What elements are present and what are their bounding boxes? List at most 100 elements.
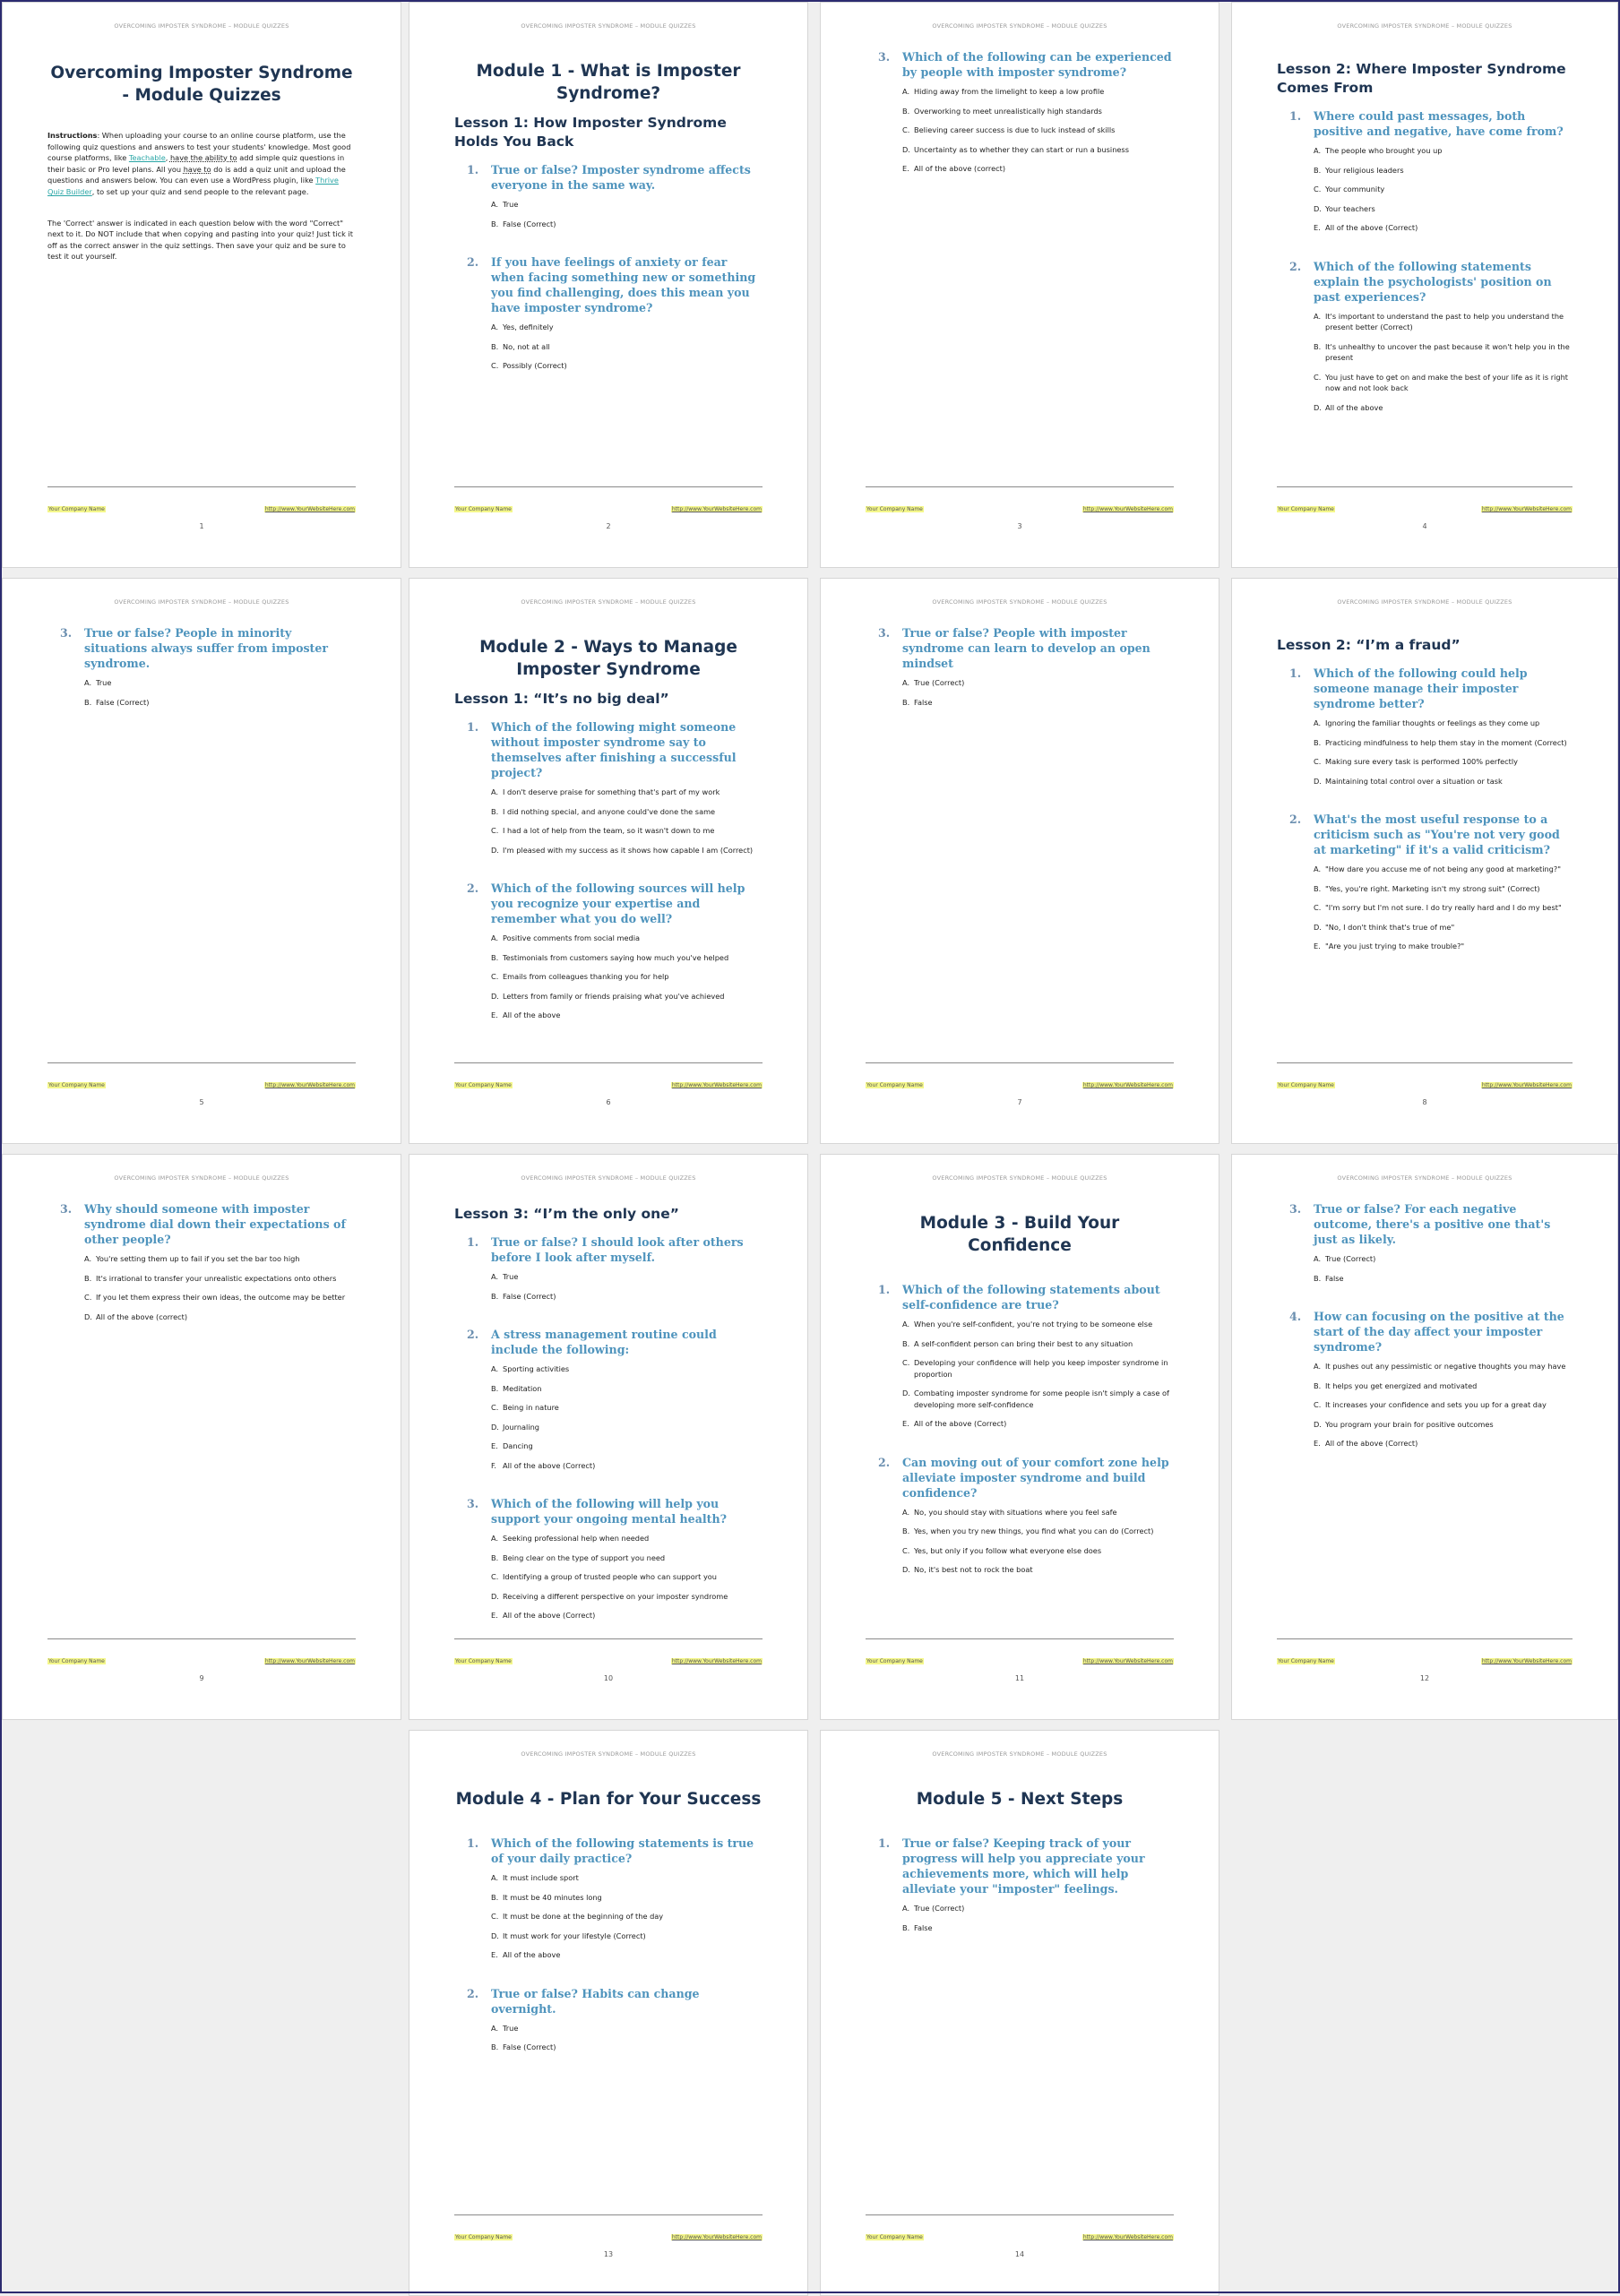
option-letter: B. <box>902 106 910 116</box>
option-text: All of the above <box>503 1010 561 1019</box>
footer-company: Your Company Name <box>454 1082 513 1088</box>
answer-options: A. It pushes out any pessimistic or negat… <box>1314 1361 1573 1449</box>
answer-option: C. Making sure every task is performed 10… <box>1314 756 1573 768</box>
answer-option: A. True <box>84 677 356 689</box>
option-text: "Yes, you're right. Marketing isn't my s… <box>1325 883 1540 893</box>
running-header: OVERCOMING IMPOSTER SYNDROME – MODULE QU… <box>114 598 289 606</box>
option-text: No, not at all <box>503 341 550 351</box>
page-number: 10 <box>603 1674 614 1682</box>
question-text: True or false? For each negative outcome… <box>1314 1202 1551 1246</box>
option-letter: E. <box>491 1010 498 1019</box>
footer-url-link[interactable]: http://www.YourWebsiteHere.com <box>1480 1658 1573 1664</box>
instructions-text: have to <box>183 164 211 174</box>
instructions-text: have the ability to <box>169 153 237 163</box>
page-3: OVERCOMING IMPOSTER SYNDROME – MODULE QU… <box>820 2 1219 568</box>
answer-option: B. False <box>902 1922 1174 1934</box>
option-text: It must be done at the beginning of the … <box>503 1912 664 1921</box>
page-number: 7 <box>1017 1098 1022 1106</box>
question-number: 2. <box>878 1455 891 1469</box>
answer-option: E. All of the above (Correct) <box>491 1610 763 1621</box>
footer-url-link[interactable]: http://www.YourWebsiteHere.com <box>1480 1082 1573 1088</box>
question-heading: 1. Which of the following could help some… <box>1277 666 1573 711</box>
footer-url-link[interactable]: http://www.YourWebsiteHere.com <box>1081 506 1174 512</box>
option-text: Being clear on the type of support you n… <box>503 1552 666 1562</box>
option-letter: A. <box>1314 864 1322 873</box>
answer-option: E. All of the above (correct) <box>902 163 1174 175</box>
option-text: Yes, definitely <box>503 322 554 331</box>
quiz-question: 3. Why should someone with imposter syndr… <box>47 1201 356 1322</box>
option-text: Identifying a group of trusted people wh… <box>503 1572 717 1581</box>
footer-url-link[interactable]: http://www.YourWebsiteHere.com <box>1480 506 1573 512</box>
answer-option: B. False <box>902 697 1174 709</box>
answer-options: A. Hiding away from the limelight to keep… <box>902 86 1174 175</box>
footer-company: Your Company Name <box>454 506 513 512</box>
question-number: 2. <box>467 881 479 895</box>
question-heading: 1. True or false? Keeping track of your p… <box>866 1836 1174 1896</box>
answer-option: A. Yes, definitely <box>491 322 763 333</box>
page-4: OVERCOMING IMPOSTER SYNDROME – MODULE QU… <box>1231 2 1618 568</box>
option-letter: E. <box>1314 223 1321 232</box>
option-letter: B. <box>1314 1380 1322 1390</box>
answer-options: A. Positive comments from social media B. T… <box>491 933 763 1021</box>
answer-option: B. Practicing mindfulness to help them st… <box>1314 737 1573 749</box>
option-text: No, it's best not to rock the boat <box>914 1565 1033 1574</box>
answer-option: E. All of the above <box>491 1949 763 1961</box>
footer-url-link[interactable]: http://www.YourWebsiteHere.com <box>670 506 763 512</box>
quiz-question: 2. If you have feelings of anxiety or fea… <box>454 254 763 372</box>
page-2: OVERCOMING IMPOSTER SYNDROME – MODULE QU… <box>409 2 808 568</box>
footer-url-link[interactable]: http://www.YourWebsiteHere.com <box>263 506 356 512</box>
footer-url-link[interactable]: http://www.YourWebsiteHere.com <box>263 1658 356 1664</box>
quiz-question: 3. True or false? People in minority situ… <box>47 625 356 708</box>
footer-url-link[interactable]: http://www.YourWebsiteHere.com <box>1081 1658 1174 1664</box>
option-text: Receiving a different perspective on you… <box>503 1591 728 1601</box>
question-text: Which of the following could help someon… <box>1314 666 1528 710</box>
answer-options: A. "How dare you accuse me of not being a… <box>1314 864 1573 952</box>
answer-option: A. True (Correct) <box>902 677 1174 689</box>
option-text: Letters from family or friends praising … <box>503 991 725 1001</box>
question-text: A stress management routine could includ… <box>491 1328 717 1356</box>
answer-option: B. False (Correct) <box>491 219 763 230</box>
option-text: All of the above (correct) <box>96 1311 188 1321</box>
option-letter: A. <box>1314 146 1322 155</box>
answer-option: C. Yes, but only if you follow what every… <box>902 1545 1174 1557</box>
option-letter: C. <box>491 972 499 981</box>
option-letter: D. <box>902 1389 910 1397</box>
option-text: Seeking professional help when needed <box>503 1534 650 1543</box>
answer-option: D. Journaling <box>491 1422 763 1433</box>
footer-url-link[interactable]: http://www.YourWebsiteHere.com <box>670 1082 763 1088</box>
option-letter: D. <box>491 1422 499 1432</box>
quiz-question: 2. Which of the following sources will he… <box>454 881 763 1021</box>
footer-url-link[interactable]: http://www.YourWebsiteHere.com <box>670 2234 763 2240</box>
option-letter: B. <box>902 697 910 707</box>
option-text: It must work for your lifestyle (Correct… <box>503 1931 646 1940</box>
option-text: Sporting activities <box>503 1364 570 1373</box>
footer-url-link[interactable]: http://www.YourWebsiteHere.com <box>1081 2234 1174 2240</box>
answer-options: A. Yes, definitely B. No, not at all C. Possi… <box>491 322 763 372</box>
option-text: True <box>96 678 112 687</box>
footer-url-link[interactable]: http://www.YourWebsiteHere.com <box>1081 1082 1174 1088</box>
answer-option: A. Seeking professional help when needed <box>491 1533 763 1544</box>
option-letter: B. <box>491 1552 499 1562</box>
question-text: True or false? People with imposter synd… <box>902 626 1150 670</box>
footer-url-link[interactable]: http://www.YourWebsiteHere.com <box>263 1082 356 1088</box>
answer-option: E. All of the above (Correct) <box>902 1418 1174 1430</box>
option-letter: D. <box>491 991 499 1001</box>
teachable-link[interactable]: Teachable <box>129 153 166 162</box>
option-text: Overworking to meet unrealistically high… <box>914 106 1102 116</box>
question-heading: 2. What's the most useful response to a c… <box>1277 812 1573 857</box>
question-heading: 2. True or false? Habits can change overn… <box>454 1986 763 2017</box>
module-title: Module 4 - Plan for Your Success <box>455 1790 762 1809</box>
question-number: 1. <box>467 1836 479 1850</box>
answer-option: A. True <box>491 1271 763 1283</box>
question-text: True or false? Keeping track of your pro… <box>902 1836 1145 1896</box>
footer-company: Your Company Name <box>866 1082 924 1088</box>
option-letter: D. <box>1314 776 1322 786</box>
option-letter: E. <box>491 1441 498 1450</box>
footer-company: Your Company Name <box>47 1082 106 1088</box>
option-letter: D. <box>84 1311 92 1321</box>
footer-url-link[interactable]: http://www.YourWebsiteHere.com <box>670 1658 763 1664</box>
